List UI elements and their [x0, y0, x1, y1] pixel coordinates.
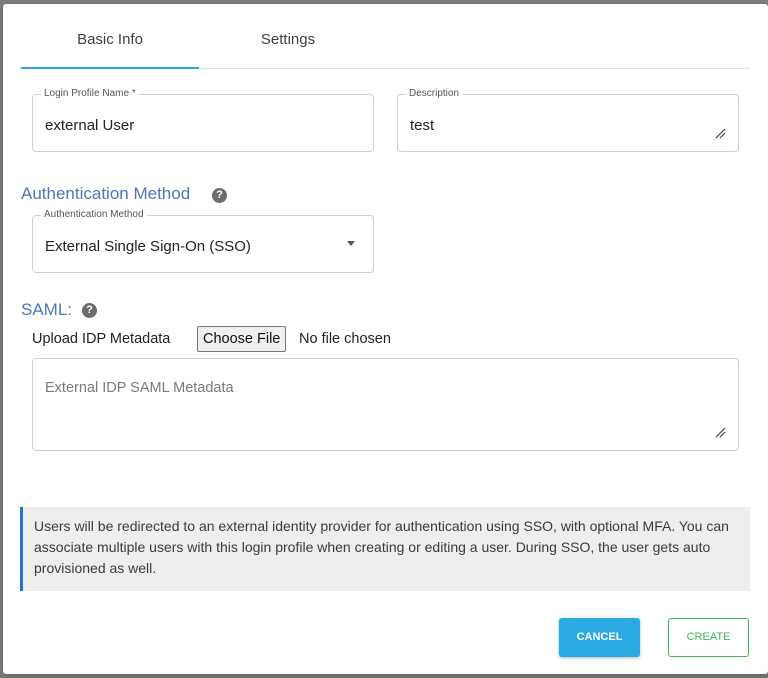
- resize-handle-icon[interactable]: [715, 427, 726, 438]
- description-label: Description: [406, 88, 463, 100]
- chevron-down-icon: [347, 241, 355, 246]
- saml-metadata-placeholder: External IDP SAML Metadata: [45, 380, 234, 396]
- create-button[interactable]: CREATE: [668, 618, 749, 657]
- cancel-button[interactable]: CANCEL: [559, 618, 640, 657]
- authentication-method-label: Authentication Method: [41, 209, 147, 221]
- authentication-method-value: External Single Sign-On (SSO): [45, 238, 251, 255]
- sso-info-box: Users will be redirected to an external …: [20, 507, 750, 591]
- choose-file-button[interactable]: Choose File: [197, 326, 287, 352]
- description-field[interactable]: Description test: [397, 88, 739, 152]
- resize-handle-icon[interactable]: [715, 128, 726, 139]
- saml-heading: SAML:: [21, 300, 73, 319]
- create-login-profile-dialog: Basic Info Settings Login Profile Name *…: [3, 4, 768, 674]
- saml-help-icon[interactable]: ?: [82, 303, 97, 318]
- authentication-method-select[interactable]: Authentication Method External Single Si…: [32, 209, 374, 273]
- description-value: test: [410, 117, 435, 134]
- sso-info-text: Users will be redirected to an external …: [34, 518, 729, 576]
- file-status-text: No file chosen: [299, 331, 391, 347]
- tab-basic-info[interactable]: Basic Info: [21, 4, 199, 68]
- help-icon[interactable]: ?: [212, 188, 227, 203]
- tab-settings[interactable]: Settings: [199, 4, 377, 68]
- saml-metadata-textarea[interactable]: External IDP SAML Metadata: [32, 358, 739, 451]
- authentication-method-heading: Authentication Method: [21, 184, 191, 203]
- upload-idp-metadata-label: Upload IDP Metadata: [32, 331, 171, 347]
- login-profile-name-field[interactable]: Login Profile Name * external User: [32, 88, 374, 152]
- active-tab-indicator: [21, 67, 199, 69]
- tab-bar: Basic Info Settings: [21, 4, 750, 69]
- login-profile-name-value: external User: [45, 117, 135, 134]
- login-profile-name-label: Login Profile Name *: [41, 88, 139, 100]
